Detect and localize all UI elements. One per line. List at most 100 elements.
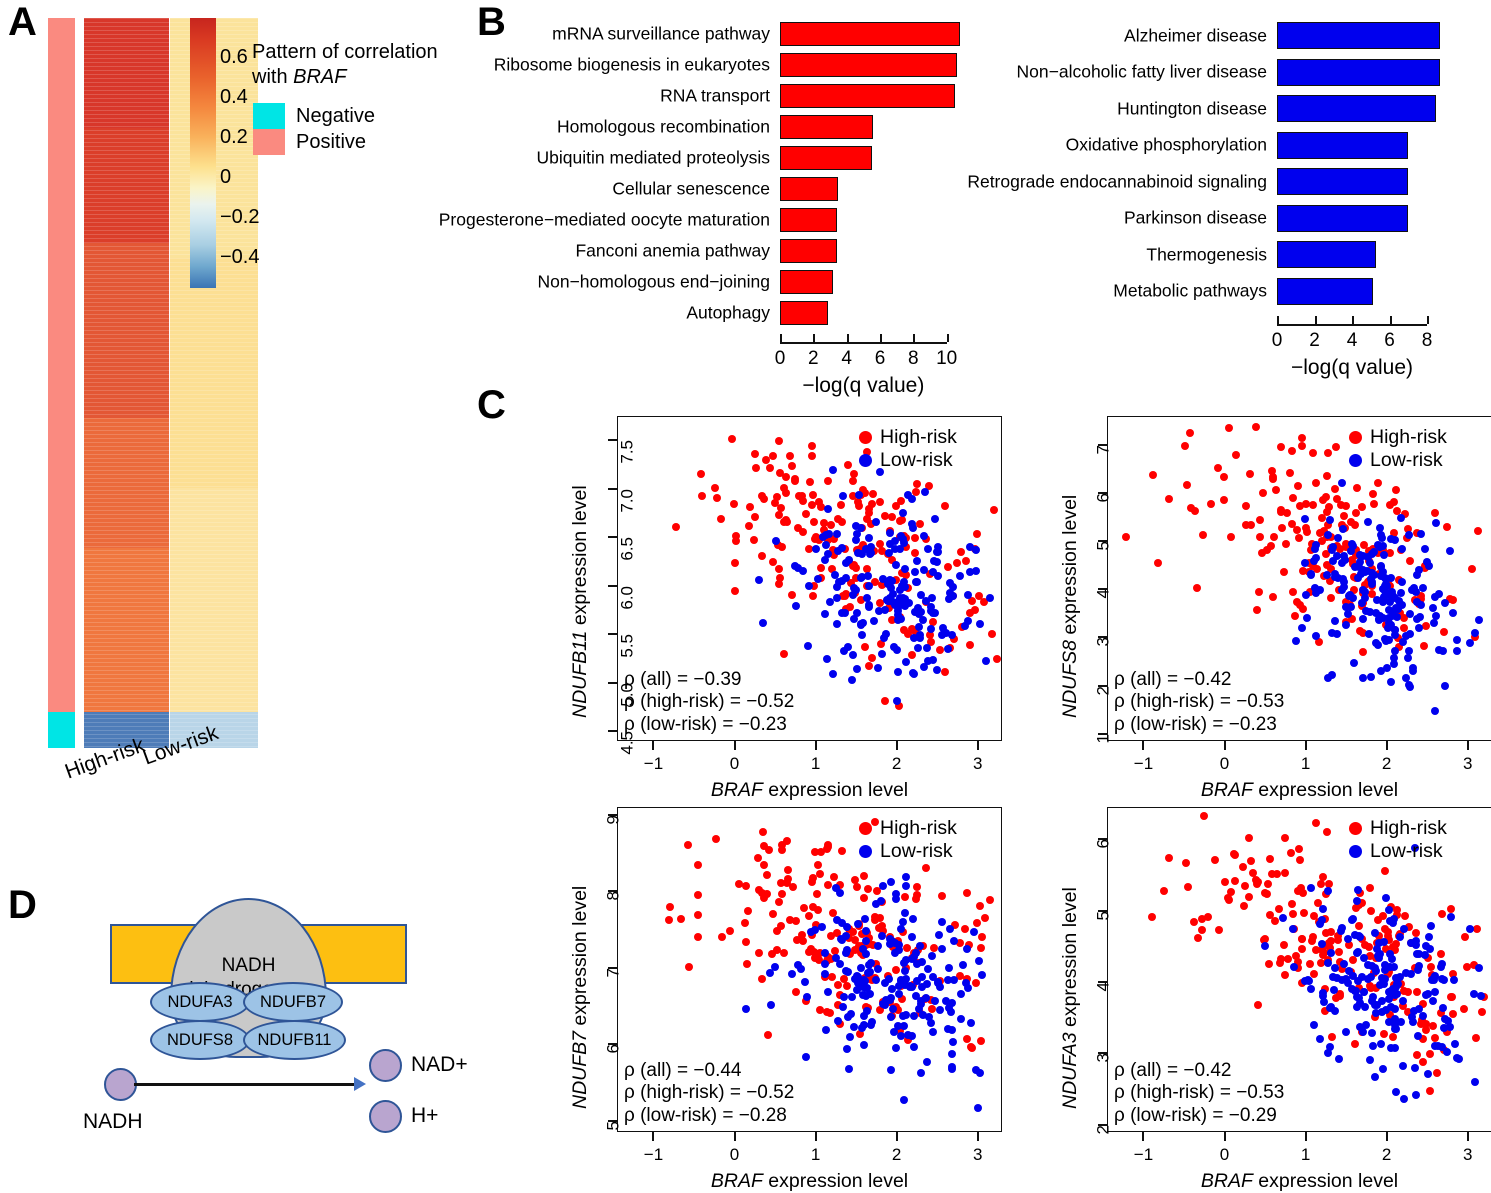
- scatter-legend-item: Low-risk: [859, 449, 957, 472]
- panel-letter-b: B: [477, 0, 506, 44]
- bar-axis-tick: [780, 334, 782, 342]
- y-tick-mark: [608, 439, 617, 442]
- scatter-point-high-risk: [855, 501, 864, 510]
- scatter-point-high-risk: [1419, 1057, 1428, 1066]
- scatter-point-low-risk: [1379, 938, 1388, 947]
- scatter-point-high-risk: [986, 895, 995, 904]
- y-tick-label: 2: [1093, 1124, 1113, 1135]
- scatter-point-high-risk: [1277, 442, 1286, 451]
- scatter-point-low-risk: [1371, 928, 1380, 937]
- scatter-point-low-risk: [829, 465, 838, 474]
- scatter-point-high-risk: [788, 461, 797, 470]
- scatter-point-low-risk: [945, 924, 954, 933]
- scatter-point-high-risk: [1380, 867, 1389, 876]
- scatter-point-high-risk: [1298, 604, 1307, 613]
- scatter-point-low-risk: [1395, 932, 1404, 941]
- x-tick-label: 0: [729, 1145, 740, 1164]
- panel-d-diagram: D NADH dehydrogenase NDUFA3 NDUFB7 NDUFS…: [0, 860, 470, 1185]
- x-tick-mark: [1142, 741, 1145, 750]
- scatter-point-low-risk: [787, 970, 796, 979]
- scatter-point-low-risk: [923, 643, 932, 652]
- scatter-point-low-risk: [1382, 664, 1391, 673]
- scatter-point-high-risk: [1425, 1050, 1434, 1059]
- kegg-bar-rect: [780, 22, 960, 46]
- scatter-point-low-risk: [1399, 996, 1408, 1005]
- scatter-point-high-risk: [741, 938, 750, 947]
- x-axis-gene-name: BRAF: [1200, 1170, 1253, 1192]
- correlation-annotation-line: ρ (high-risk) = −0.52: [624, 691, 795, 713]
- scatter-point-high-risk: [1244, 833, 1253, 842]
- y-axis-title: NDUFA3 expression level: [1059, 887, 1082, 1109]
- scatter-point-high-risk: [1299, 909, 1308, 918]
- scatter-point-low-risk: [1439, 976, 1448, 985]
- scatter-point-low-risk: [845, 1033, 854, 1042]
- scatter-point-high-risk: [1219, 472, 1228, 481]
- scatter-point-high-risk: [759, 894, 768, 903]
- scatter-point-high-risk: [962, 889, 971, 898]
- y-tick-label: 5: [603, 1120, 623, 1130]
- x-tick-label: 3: [1462, 1145, 1473, 1164]
- y-tick-mark: [608, 633, 617, 636]
- scatter-point-low-risk: [1300, 558, 1309, 567]
- scatter-point-low-risk: [1390, 594, 1399, 603]
- scatter-point-low-risk: [873, 964, 882, 973]
- scatter-point-high-risk: [713, 494, 722, 503]
- scatter-point-low-risk: [899, 1012, 908, 1021]
- scatter-point-high-risk: [1269, 475, 1278, 484]
- scatter-point-high-risk: [953, 559, 962, 568]
- correlation-annotation: ρ (all) = −0.42 ρ (high-risk) = −0.53 ρ (l…: [1114, 1060, 1284, 1127]
- annotation-positive-block: [48, 18, 75, 712]
- y-tick-label: 5: [1093, 910, 1113, 921]
- scatter-point-low-risk: [891, 1043, 900, 1052]
- scatter-point-high-risk: [1436, 949, 1445, 958]
- scatter-point-low-risk: [861, 926, 870, 935]
- y-axis-title: NDUFS8 expression level: [1059, 495, 1082, 718]
- y-tick-label: 6.5: [617, 537, 637, 561]
- scatter-point-low-risk: [934, 930, 943, 939]
- scatter-point-high-risk: [778, 889, 787, 898]
- kegg-bar-row: Ribosome biogenesis in eukaryotes: [494, 53, 960, 77]
- panel-letter-d: D: [8, 883, 37, 927]
- x-tick-label: 2: [1381, 754, 1392, 773]
- kegg-bar-label: mRNA surveillance pathway: [552, 23, 770, 44]
- molecule-nadh: [104, 1068, 137, 1101]
- scatter-point-high-risk: [1306, 959, 1315, 968]
- y-tick-mark: [608, 681, 617, 684]
- correlation-annotation-line: ρ (low-risk) = −0.23: [1114, 713, 1277, 735]
- scatter-point-low-risk: [1432, 611, 1441, 620]
- scatter-point-low-risk: [873, 664, 882, 673]
- scatter-point-low-risk: [1421, 545, 1430, 554]
- scatter-point-high-risk: [1239, 902, 1248, 911]
- scatter-point-low-risk: [870, 617, 879, 626]
- scatter-point-high-risk: [861, 642, 870, 651]
- scatter-point-high-risk: [725, 927, 734, 936]
- scatter-point-low-risk: [1381, 637, 1390, 646]
- scatter-point-low-risk: [865, 960, 874, 969]
- scatter-point-low-risk: [1292, 636, 1301, 645]
- scatter-point-low-risk: [943, 645, 952, 654]
- scatter-point-high-risk: [1192, 584, 1201, 593]
- scatter-point-high-risk: [694, 932, 703, 941]
- x-tick-label: 1: [1300, 754, 1311, 773]
- correlation-annotation-line: ρ (low-risk) = −0.23: [624, 713, 787, 735]
- scatter-point-low-risk: [1385, 906, 1394, 915]
- scatter-point-high-risk: [1227, 532, 1236, 541]
- scatter-point-low-risk: [1397, 513, 1406, 522]
- scatter-point-low-risk: [1364, 518, 1373, 527]
- scatter-point-high-risk: [980, 914, 989, 923]
- scatter-point-high-risk: [1271, 916, 1280, 925]
- scatter-point-high-risk: [1246, 469, 1255, 478]
- scatter-point-low-risk: [882, 630, 891, 639]
- heatmap-annotation-column: [48, 18, 75, 748]
- scatter-point-high-risk: [775, 897, 784, 906]
- scatter-point-low-risk: [901, 966, 910, 975]
- y-tick-label: 7: [1093, 444, 1113, 455]
- scatter-point-high-risk: [1211, 856, 1220, 865]
- scatter-point-low-risk: [1345, 966, 1354, 975]
- scatter-point-low-risk: [911, 991, 920, 1000]
- scatter-point-low-risk: [1410, 583, 1419, 592]
- scatter-point-high-risk: [892, 965, 901, 974]
- colorbar-tick: 0.6: [220, 46, 248, 68]
- x-tick-mark: [976, 741, 979, 750]
- scatter-point-low-risk: [1307, 570, 1316, 579]
